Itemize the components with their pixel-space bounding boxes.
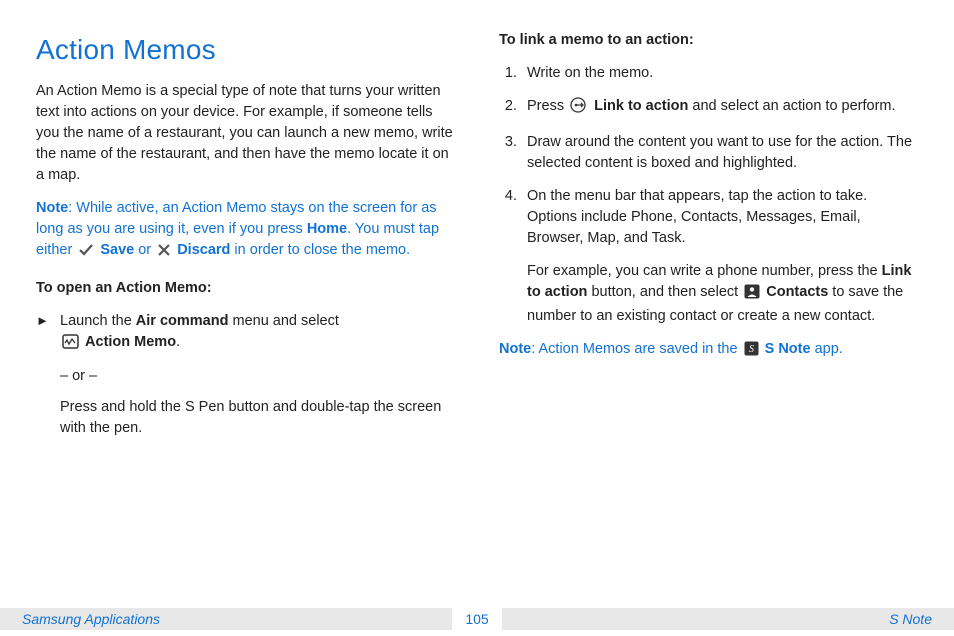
- bullet-item: ► Launch the Air command menu and select…: [36, 311, 455, 356]
- step-post: and select an action to perform.: [688, 98, 895, 114]
- bullet-action: Action Memo: [85, 334, 176, 350]
- s-note-icon: S: [744, 341, 759, 363]
- note-discard: Discard: [177, 242, 230, 258]
- step-bold: Link to action: [594, 98, 688, 114]
- note2-snote: S Note: [765, 341, 811, 357]
- note-text-or: or: [134, 242, 155, 258]
- ex-pre: For example, you can write a phone numbe…: [527, 263, 882, 279]
- note-paragraph: Note: While active, an Action Memo stays…: [36, 198, 455, 264]
- right-column: To link a memo to an action: 1. Write on…: [499, 30, 918, 588]
- example-paragraph: For example, you can write a phone numbe…: [527, 261, 918, 327]
- note2-post: app.: [811, 341, 843, 357]
- step-row: 3. Draw around the content you want to u…: [499, 132, 918, 174]
- bullet-text: Launch the Air command menu and select A…: [60, 311, 455, 356]
- x-icon: [157, 243, 171, 264]
- step-row: 4. On the menu bar that appears, tap the…: [499, 186, 918, 327]
- step-number: 2.: [499, 96, 517, 120]
- note-label: Note: [36, 200, 68, 216]
- left-column: Action Memos An Action Memo is a special…: [36, 30, 455, 588]
- footer-bar-left: Samsung Applications: [0, 608, 452, 630]
- svg-text:S: S: [749, 344, 754, 355]
- step-pre: Press: [527, 98, 568, 114]
- bullet-post: .: [176, 334, 180, 350]
- footer-right: S Note: [502, 611, 954, 627]
- note-save: Save: [100, 242, 134, 258]
- bullet-pre: Launch the: [60, 313, 136, 329]
- bullet-aircmd: Air command: [136, 313, 229, 329]
- bullet-mid: menu and select: [228, 313, 338, 329]
- step-text: Write on the memo.: [527, 63, 918, 84]
- page-footer: Samsung Applications 105 S Note: [0, 602, 954, 636]
- step-row: 1. Write on the memo.: [499, 63, 918, 84]
- bullet-marker: ►: [36, 311, 50, 356]
- note2-pre: : Action Memos are saved in the: [531, 341, 741, 357]
- or-separator: – or –: [60, 366, 455, 387]
- ex-mid: button, and then select: [587, 284, 742, 300]
- page-number: 105: [452, 611, 502, 627]
- note-text-post: in order to close the memo.: [230, 242, 410, 258]
- footer-left: Samsung Applications: [0, 611, 160, 627]
- step-text: On the menu bar that appears, tap the ac…: [527, 186, 918, 327]
- alt-instruction: Press and hold the S Pen button and doub…: [60, 397, 455, 439]
- link-heading: To link a memo to an action:: [499, 30, 918, 51]
- step-row: 2. Press Link to action and select an ac…: [499, 96, 918, 120]
- content-area: Action Memos An Action Memo is a special…: [0, 0, 954, 588]
- note2-label: Note: [499, 341, 531, 357]
- step4-text: On the menu bar that appears, tap the ac…: [527, 188, 867, 246]
- document-page: Action Memos An Action Memo is a special…: [0, 0, 954, 636]
- open-heading: To open an Action Memo:: [36, 278, 455, 299]
- step-text: Draw around the content you want to use …: [527, 132, 918, 174]
- contacts-icon: [744, 284, 760, 306]
- step-number: 3.: [499, 132, 517, 174]
- step-number: 4.: [499, 186, 517, 327]
- footer-bar-right: S Note: [502, 608, 954, 630]
- link-to-action-icon: [570, 97, 588, 120]
- intro-paragraph: An Action Memo is a special type of note…: [36, 81, 455, 186]
- note2-paragraph: Note: Action Memos are saved in the S S …: [499, 339, 918, 363]
- step-number: 1.: [499, 63, 517, 84]
- action-memo-icon: [62, 334, 79, 356]
- check-icon: [78, 243, 94, 264]
- note-home: Home: [307, 221, 347, 237]
- step-text: Press Link to action and select an actio…: [527, 96, 918, 120]
- section-title: Action Memos: [36, 30, 455, 71]
- ex-contacts: Contacts: [766, 284, 828, 300]
